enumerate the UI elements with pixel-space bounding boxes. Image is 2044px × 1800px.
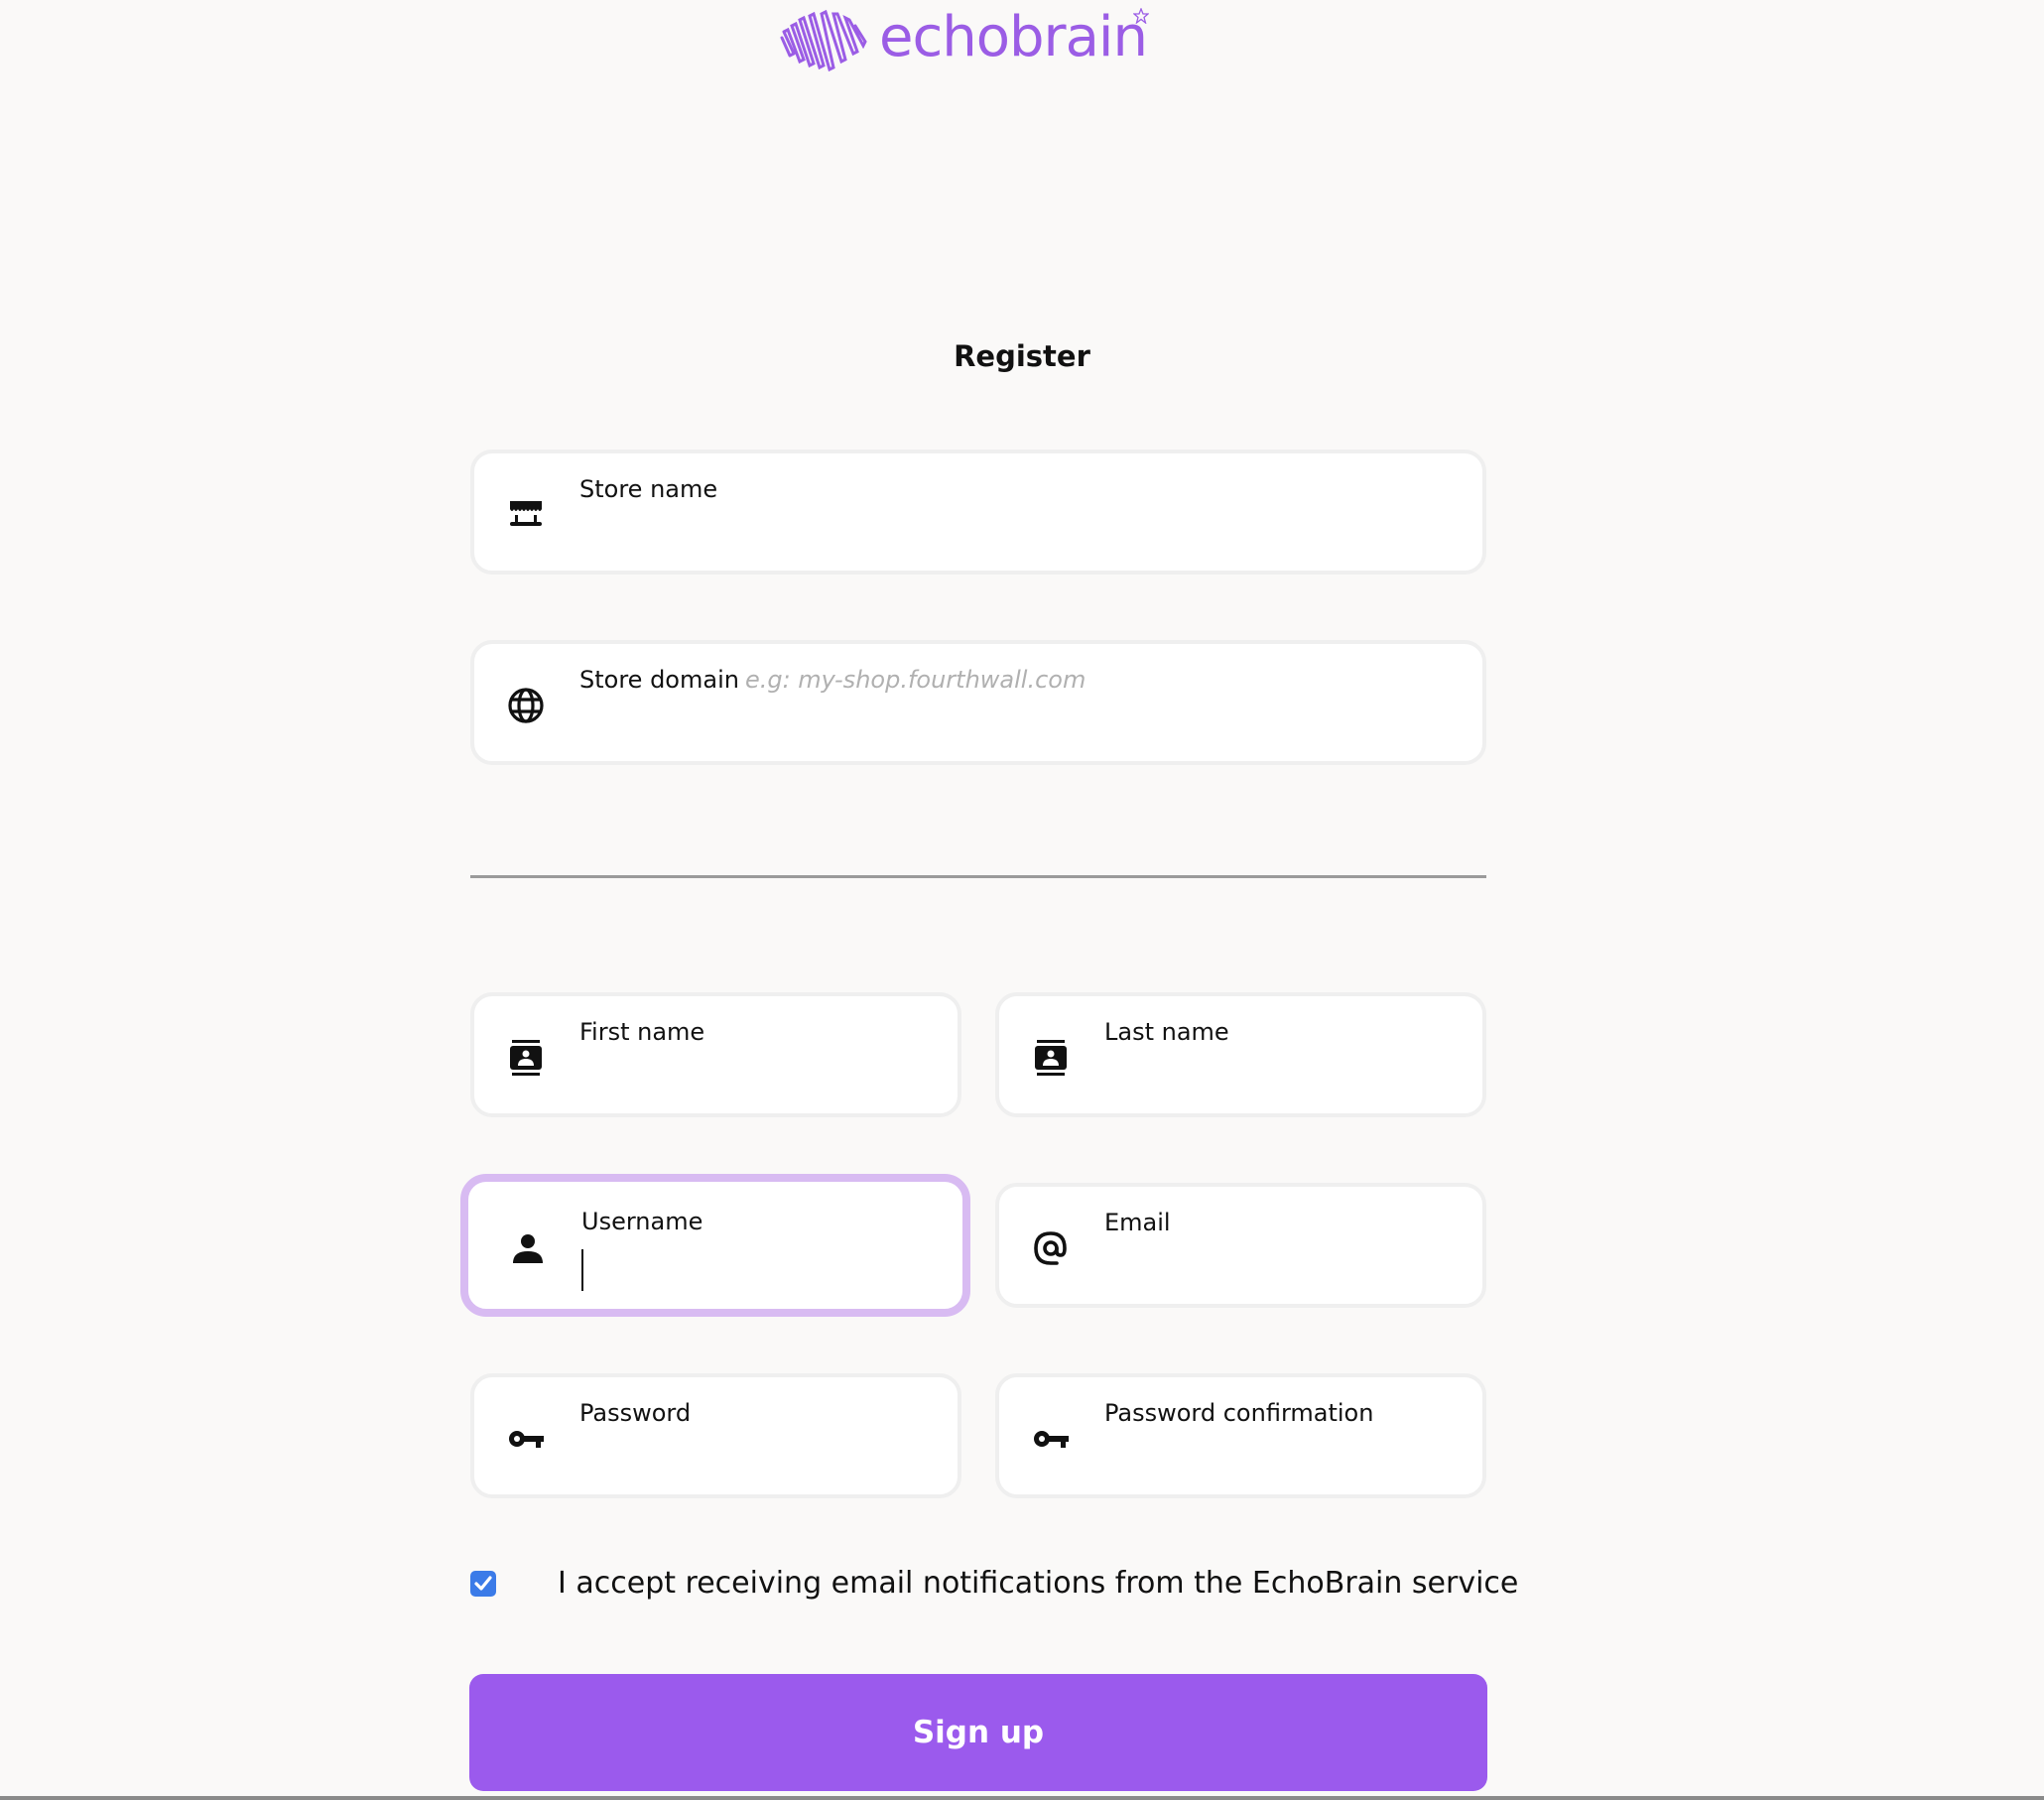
last-name-input[interactable] [1104, 1058, 1459, 1097]
at-sign-icon [1034, 1231, 1067, 1265]
username-input[interactable] [581, 1247, 939, 1287]
star-icon [1133, 8, 1149, 24]
last-name-field[interactable]: Last name [995, 992, 1486, 1117]
brand-logo: echobrain [776, 4, 1183, 75]
password-label: Password [579, 1399, 692, 1427]
section-divider [470, 875, 1486, 878]
email-label: Email [1104, 1209, 1171, 1236]
last-name-label: Last name [1104, 1018, 1229, 1046]
window-bottom-edge [0, 1796, 2044, 1800]
password-confirmation-input[interactable] [1104, 1439, 1459, 1479]
brand-wordmark: echobrain [879, 5, 1148, 69]
email-field[interactable]: Email [995, 1183, 1486, 1308]
brain-logo-icon [780, 9, 867, 72]
store-name-input[interactable] [579, 515, 1459, 555]
key-icon [1034, 1431, 1069, 1448]
username-label: Username [581, 1208, 703, 1235]
email-input[interactable] [1104, 1248, 1459, 1288]
store-domain-field[interactable]: Store domain e.g: my-shop.fourthwall.com [470, 640, 1486, 765]
store-name-field[interactable]: Store name [470, 450, 1486, 575]
first-name-field[interactable]: First name [470, 992, 961, 1117]
first-name-input[interactable] [579, 1058, 934, 1097]
password-field[interactable]: Password [470, 1373, 961, 1498]
page-title: Register [954, 339, 1090, 373]
first-name-label: First name [579, 1018, 705, 1046]
storefront-icon [510, 501, 542, 526]
store-domain-label: Store domain e.g: my-shop.fourthwall.com [579, 666, 1086, 694]
person-icon [513, 1234, 543, 1263]
sign-up-button[interactable]: Sign up [469, 1674, 1487, 1791]
globe-icon [508, 688, 544, 723]
email-consent-checkbox[interactable] [470, 1571, 496, 1597]
email-consent-label[interactable]: I accept receiving email notifications f… [558, 1566, 1518, 1601]
key-icon [509, 1431, 544, 1448]
store-name-label: Store name [579, 475, 718, 503]
store-domain-input[interactable] [579, 706, 1459, 745]
password-input[interactable] [579, 1439, 934, 1479]
contact-card-icon [1035, 1040, 1067, 1076]
username-field[interactable]: Username [460, 1174, 970, 1317]
text-caret [581, 1249, 583, 1291]
checkmark-icon [474, 1576, 492, 1591]
password-confirmation-field[interactable]: Password confirmation [995, 1373, 1486, 1498]
password-confirmation-label: Password confirmation [1104, 1399, 1374, 1427]
contact-card-icon [510, 1040, 542, 1076]
store-domain-placeholder: e.g: my-shop.fourthwall.com [744, 666, 1086, 694]
email-consent-row: I accept receiving email notifications f… [470, 1566, 1518, 1606]
